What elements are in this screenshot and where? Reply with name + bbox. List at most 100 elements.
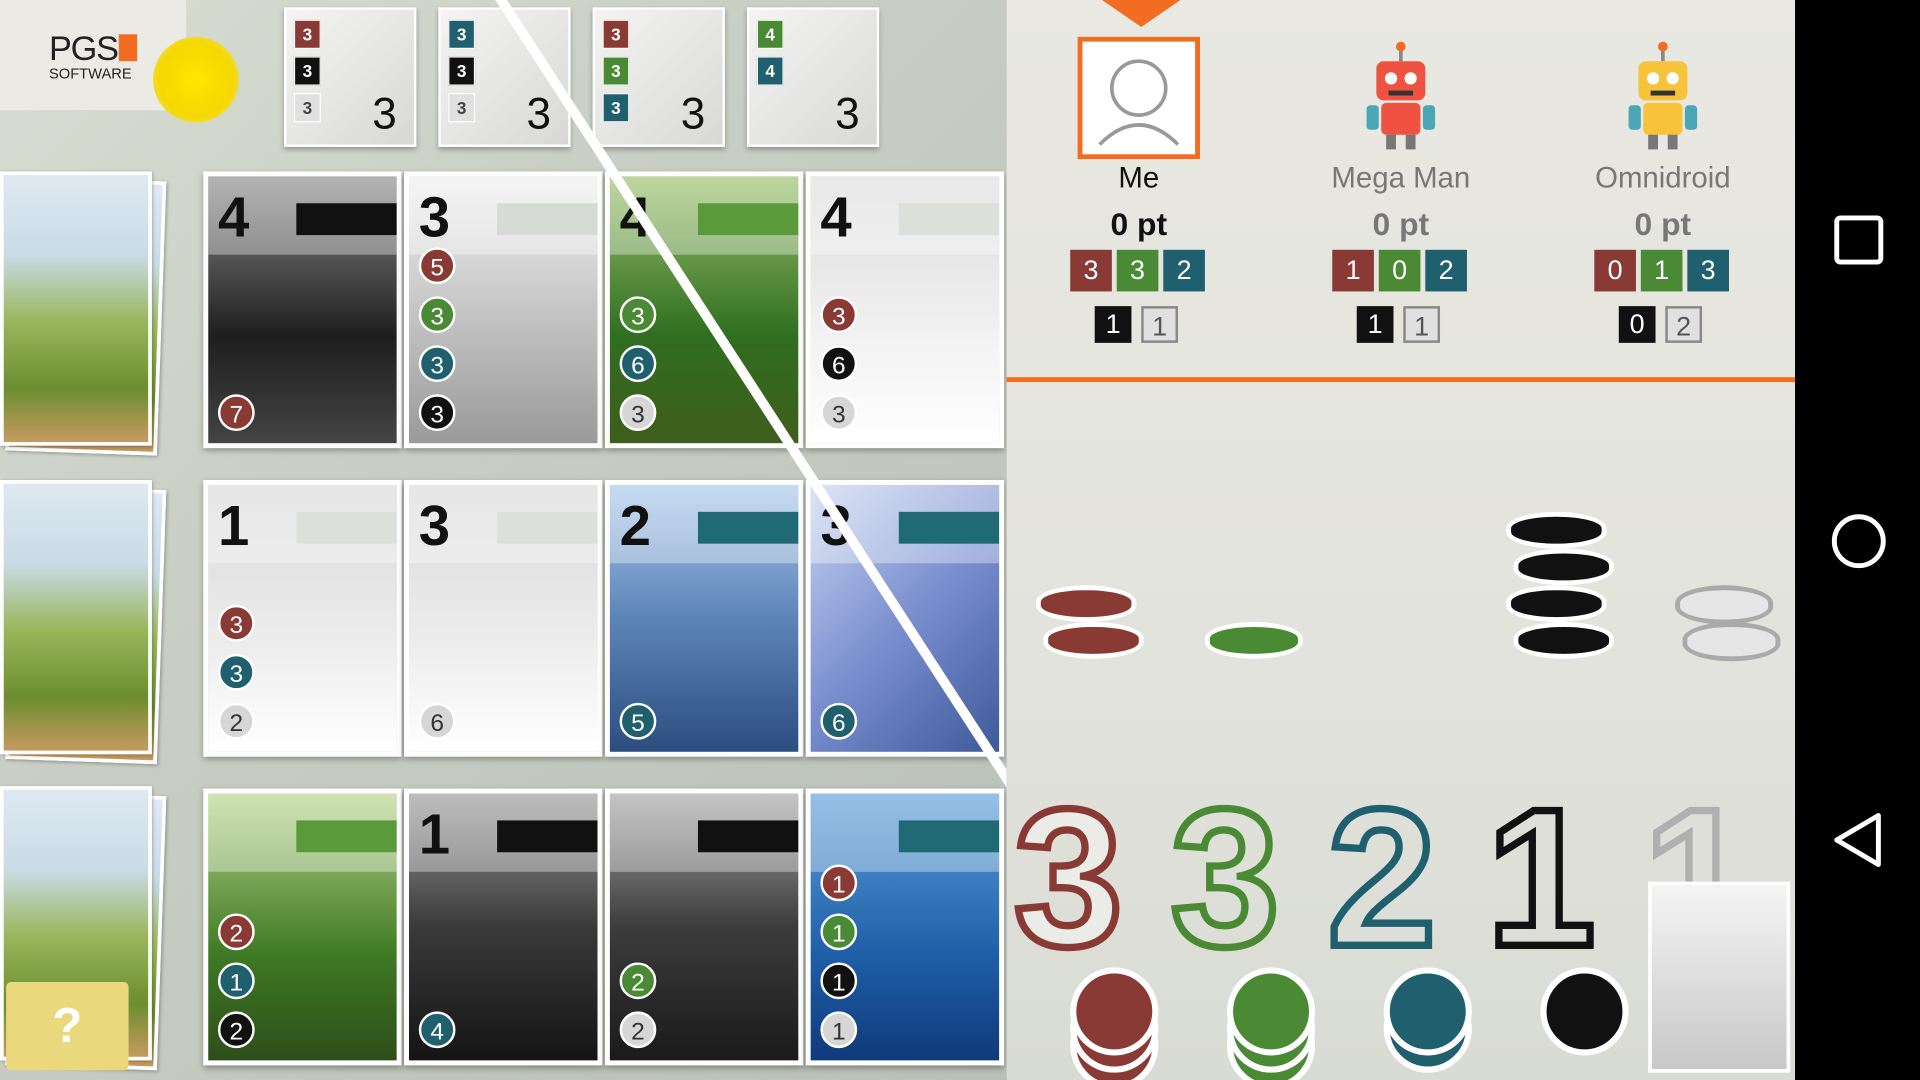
development-card[interactable]: 14 (404, 788, 603, 1066)
card-bonus-gem (697, 511, 799, 544)
card-cost: 7 (217, 394, 255, 432)
player-name: Mega Man (1331, 161, 1471, 195)
player-gem-count: 3 (1070, 249, 1112, 292)
game-board: PGS SOFTWARE 333333333333443 47353334363… (0, 0, 1007, 1080)
sun-icon (153, 36, 239, 123)
card-points: 1 (217, 493, 250, 558)
card-cost: 2 (217, 702, 255, 740)
noble-requirement: 3 (448, 19, 476, 49)
development-card[interactable]: 22 (604, 788, 804, 1066)
development-card[interactable]: 1 3 3 2 (203, 480, 402, 757)
development-card[interactable]: 25 (604, 480, 804, 757)
player-gem-count: 1 (1640, 249, 1683, 292)
turn-pointer-icon (1102, 0, 1181, 27)
card-points: 2 (619, 493, 651, 558)
player-resource-count: 2 (1665, 306, 1703, 343)
player-gem-count: 3 (1116, 249, 1159, 292)
card-bonus-gem (296, 511, 397, 544)
player-name: Me (1118, 161, 1160, 195)
bank-gem-count: 1 (1483, 764, 1599, 991)
side-panel: Me 0 pt 3 3 2 1 1 Mega Man 0 pt 1 0 2 1 1 Omnidroid 0 p… (1006, 0, 1796, 1080)
android-navbar (1795, 0, 1920, 1080)
deck-card (0, 480, 152, 755)
card-cost: 1 (217, 962, 255, 1000)
player-score: 0 pt (1372, 205, 1430, 243)
card-cost: 5 (418, 247, 456, 285)
noble-tile[interactable]: 3 3 3 3 (284, 7, 417, 147)
card-cost: 1 (820, 962, 858, 1000)
player-panel[interactable]: Mega Man 0 pt 1 0 2 1 1 (1278, 29, 1523, 372)
noble-tile[interactable]: 3 3 3 3 (592, 7, 725, 147)
card-cost: 3 (820, 394, 858, 432)
back-icon[interactable] (1829, 811, 1885, 870)
noble-requirement: 3 (293, 93, 321, 123)
noble-requirement: 3 (448, 56, 476, 86)
card-cost: 2 (619, 962, 657, 1000)
noble-requirement: 3 (448, 93, 476, 123)
card-points: 3 (418, 184, 451, 249)
gem-token-stack (1043, 622, 1144, 659)
card-cost: 3 (418, 296, 456, 334)
player-gem-count: 0 (1594, 249, 1636, 292)
card-bonus-gem (296, 203, 397, 236)
gem-token-stack (1035, 585, 1137, 623)
player-resource-count: 1 (1356, 306, 1394, 343)
card-bonus-gem (497, 511, 598, 544)
noble-requirement: 4 (756, 19, 784, 49)
gem-token-stack (1513, 548, 1614, 586)
reserved-card[interactable] (1648, 881, 1791, 1073)
home-icon[interactable] (1829, 512, 1888, 571)
player-resource-count: 1 (1403, 306, 1441, 343)
logo-sub: SOFTWARE (48, 64, 132, 83)
player-panel[interactable]: Omnidroid 0 pt 0 1 3 0 2 (1540, 29, 1785, 372)
card-cost: 3 (418, 394, 456, 432)
logo-square (118, 34, 138, 62)
bank-gem-chip[interactable] (1070, 967, 1159, 1056)
player-gem-count: 2 (1163, 249, 1205, 292)
development-card[interactable]: 47 (203, 171, 402, 449)
card-cost: 1 (820, 1011, 858, 1049)
card-cost: 3 (619, 296, 657, 334)
deck-tier-3[interactable] (0, 171, 167, 456)
player-name: Omnidroid (1595, 161, 1731, 195)
user-avatar-icon (1077, 36, 1201, 160)
gem-token-stack (1513, 622, 1614, 659)
development-card[interactable]: 35333 (404, 171, 603, 449)
recent-apps-icon[interactable] (1833, 214, 1884, 265)
gem-token-stack (1506, 511, 1607, 549)
robot-avatar-icon (1628, 41, 1698, 150)
gem-token-stack (1675, 585, 1774, 625)
card-bonus-gem (898, 511, 1000, 544)
card-cost: 3 (619, 394, 657, 432)
help-button[interactable]: ? (6, 982, 129, 1071)
development-card[interactable]: 1 1 1 1 (805, 788, 1005, 1066)
noble-requirement: 3 (293, 19, 321, 49)
deck-tier-2[interactable] (0, 480, 167, 765)
robot-avatar-icon (1366, 41, 1436, 150)
noble-requirement: 3 (602, 19, 630, 49)
bank-gem-chip[interactable] (1226, 967, 1316, 1056)
card-bonus-gem (497, 820, 598, 853)
card-bonus-gem (497, 203, 598, 236)
card-bonus-gem (898, 820, 1000, 853)
deck-card (0, 171, 152, 446)
card-cost: 4 (418, 1011, 456, 1049)
noble-requirement: 3 (293, 56, 321, 86)
development-card[interactable]: 4 3 6 3 (805, 171, 1005, 449)
player-gem-count: 0 (1378, 249, 1421, 292)
player-gem-count: 1 (1332, 249, 1374, 292)
card-cost: 6 (820, 702, 858, 740)
noble-requirement: 4 (756, 56, 784, 86)
noble-points: 3 (680, 88, 706, 139)
noble-tile[interactable]: 4 4 3 (746, 7, 880, 147)
development-card[interactable]: 36 (404, 480, 603, 757)
development-card[interactable]: 2 1 2 (203, 788, 402, 1066)
bank-gem-chip[interactable] (1540, 967, 1629, 1056)
card-cost: 1 (820, 913, 858, 951)
player-resource-count: 0 (1618, 306, 1656, 343)
bank-gem-chip[interactable] (1383, 967, 1472, 1056)
card-cost: 6 (820, 345, 858, 383)
player-panel[interactable]: Me 0 pt 3 3 2 1 1 (1016, 29, 1261, 372)
player-resource-count: 1 (1141, 306, 1178, 343)
bank-gem-count: 2 (1324, 764, 1440, 991)
